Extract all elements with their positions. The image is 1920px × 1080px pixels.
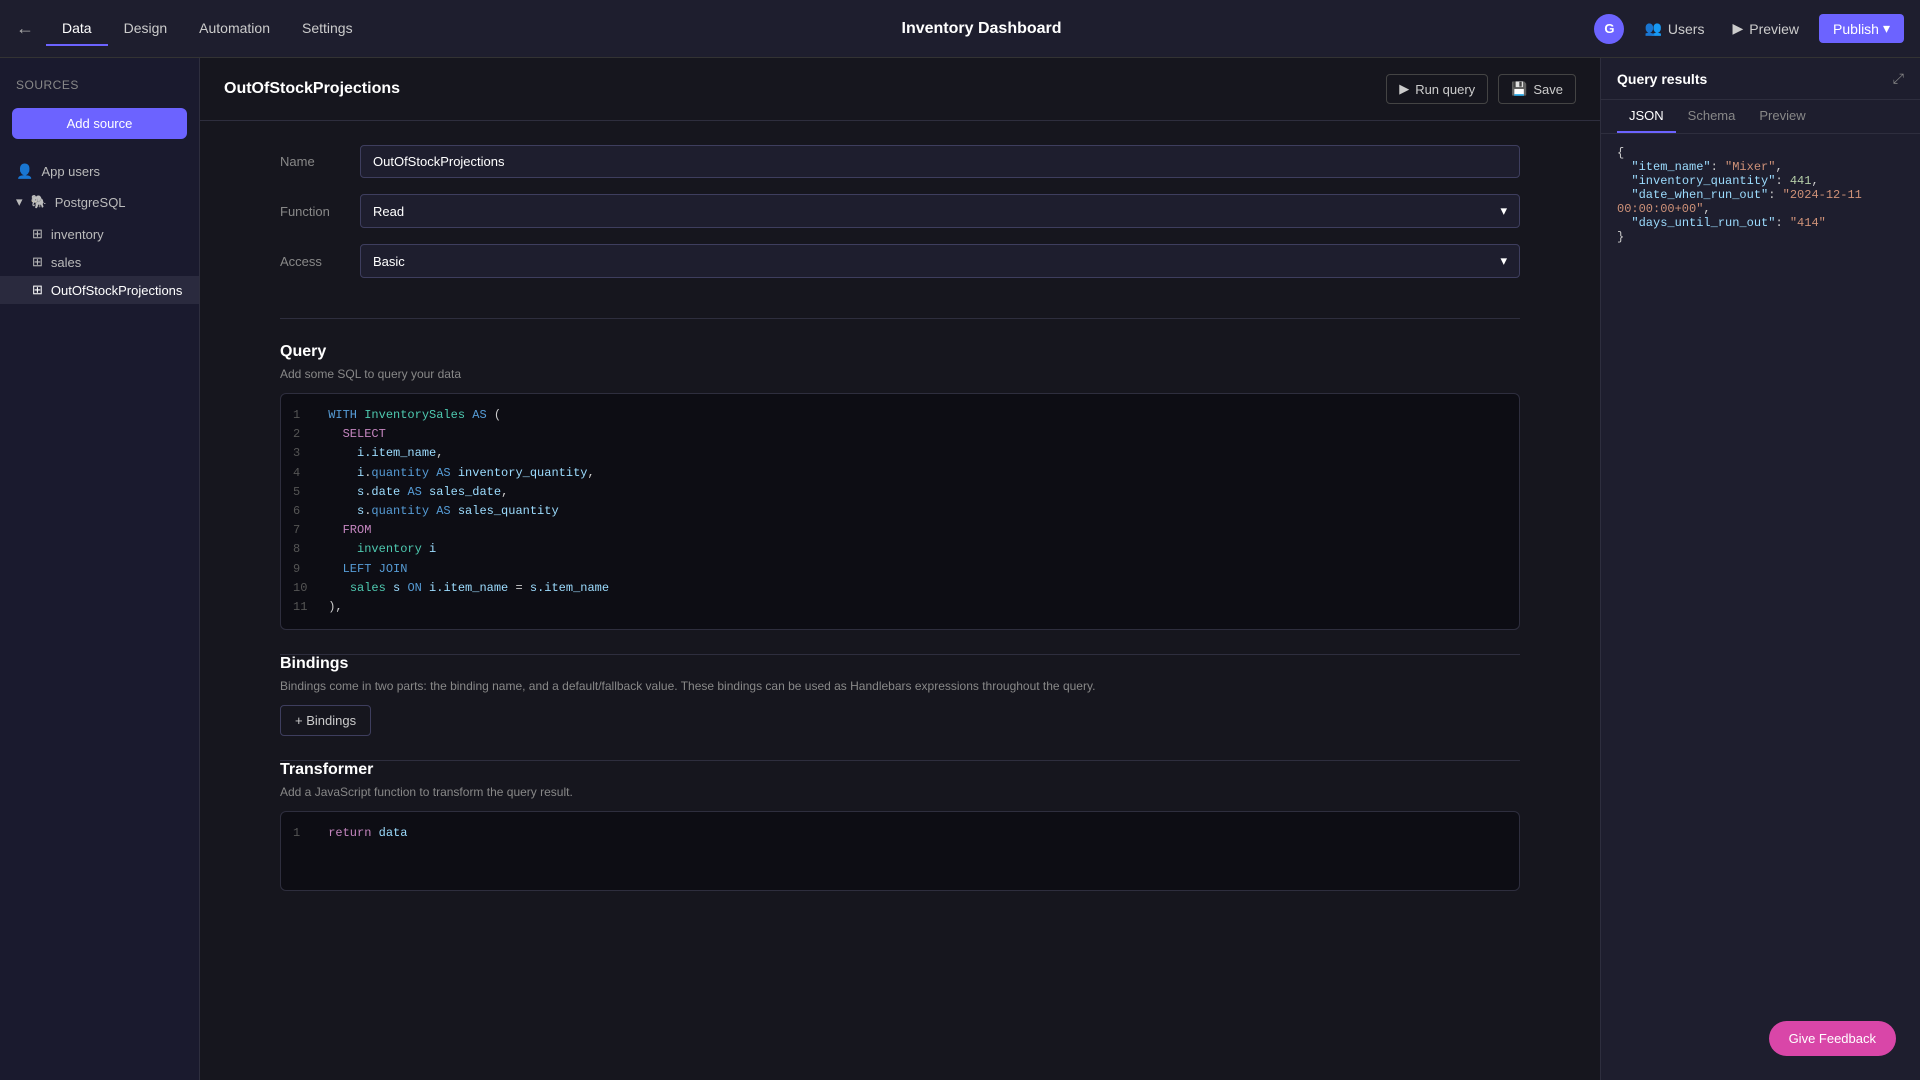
results-tab-preview[interactable]: Preview <box>1747 100 1817 133</box>
expand-icon[interactable]: ⤢ <box>1893 70 1904 87</box>
query-section-desc: Add some SQL to query your data <box>280 367 1520 381</box>
save-button[interactable]: 💾 Save <box>1498 74 1576 104</box>
query-results-panel: Query results ⤢ JSON Schema Preview { "i… <box>1600 58 1920 1080</box>
topbar-right: G 👥 Users ▶ Preview Publish ▾ <box>1594 14 1904 44</box>
function-label: Function <box>280 204 360 219</box>
preview-icon: ▶ <box>1732 20 1743 37</box>
chevron-down-icon: ▾ <box>1500 203 1507 219</box>
sidebar: Sources Add source 👤 App users ▾ 🐘 Postg… <box>0 58 200 1080</box>
main-content: OutOfStockProjections ▶ Run query 💾 Save… <box>200 58 1600 1080</box>
header-actions: ▶ Run query 💾 Save <box>1386 74 1576 104</box>
table-icon: ⊞ <box>32 254 43 270</box>
sidebar-item-label: PostgreSQL <box>55 195 126 210</box>
results-tab-schema[interactable]: Schema <box>1676 100 1748 133</box>
results-tabs: JSON Schema Preview <box>1601 100 1920 134</box>
sidebar-item-sales[interactable]: ⊞ sales <box>0 248 199 276</box>
save-icon: 💾 <box>1511 81 1527 97</box>
query-icon: ⊞ <box>32 282 43 298</box>
sidebar-item-postgresql[interactable]: ▾ 🐘 PostgreSQL <box>0 188 199 216</box>
sql-editor[interactable]: 1 WITH InventorySales AS ( 2 SELECT 3 i.… <box>280 393 1520 630</box>
chevron-down-icon: ▾ <box>1500 253 1507 269</box>
sidebar-item-label: App users <box>41 164 100 179</box>
chevron-down-icon: ▾ <box>16 194 23 210</box>
bindings-desc: Bindings come in two parts: the binding … <box>280 679 1520 693</box>
sources-header: Sources <box>0 70 199 100</box>
results-tab-json[interactable]: JSON <box>1617 100 1676 133</box>
postgresql-icon: 🐘 <box>31 194 47 210</box>
add-bindings-button[interactable]: + Bindings <box>280 705 371 736</box>
sidebar-item-label: sales <box>51 255 81 270</box>
give-feedback-button[interactable]: Give Feedback <box>1769 1021 1896 1056</box>
sidebar-item-inventory[interactable]: ⊞ inventory <box>0 220 199 248</box>
publish-button[interactable]: Publish ▾ <box>1819 14 1904 43</box>
sidebar-item-app-users[interactable]: 👤 App users <box>0 155 199 188</box>
add-source-button[interactable]: Add source <box>12 108 187 139</box>
results-json-content: { "item_name": "Mixer", "inventory_quant… <box>1601 134 1920 1080</box>
transformer-section: Transformer Add a JavaScript function to… <box>200 761 1600 915</box>
page-title: Inventory Dashboard <box>369 20 1595 38</box>
query-name-title: OutOfStockProjections <box>224 80 400 98</box>
name-row: Name <box>280 145 1520 178</box>
main-layout: Sources Add source 👤 App users ▾ 🐘 Postg… <box>0 58 1920 1080</box>
users-button[interactable]: 👥 Users <box>1636 16 1712 41</box>
tab-settings[interactable]: Settings <box>286 12 369 46</box>
sidebar-item-out-of-stock-projections[interactable]: ⊞ OutOfStockProjections <box>0 276 199 304</box>
topbar: ← Data Design Automation Settings Invent… <box>0 0 1920 58</box>
query-section: Query Add some SQL to query your data 1 … <box>200 319 1600 654</box>
results-panel-title: Query results <box>1617 71 1707 87</box>
users-icon: 👥 <box>1644 20 1661 37</box>
sidebar-item-label: inventory <box>51 227 104 242</box>
bindings-section: Bindings Bindings come in two parts: the… <box>200 655 1600 760</box>
name-label: Name <box>280 154 360 169</box>
access-select[interactable]: Basic ▾ <box>360 244 1520 278</box>
sidebar-postgresql-group: ⊞ inventory ⊞ sales ⊞ OutOfStockProjecti… <box>0 216 199 308</box>
run-query-button[interactable]: ▶ Run query <box>1386 74 1488 104</box>
access-row: Access Basic ▾ <box>280 244 1520 278</box>
form-section: Name Function Read ▾ Access Basic ▾ <box>200 121 1600 318</box>
preview-button[interactable]: ▶ Preview <box>1724 16 1807 41</box>
tab-automation[interactable]: Automation <box>183 12 286 46</box>
access-label: Access <box>280 254 360 269</box>
results-header: Query results ⤢ <box>1601 58 1920 100</box>
transformer-desc: Add a JavaScript function to transform t… <box>280 785 1520 799</box>
tab-data[interactable]: Data <box>46 12 108 46</box>
name-input[interactable] <box>360 145 1520 178</box>
main-header: OutOfStockProjections ▶ Run query 💾 Save <box>200 58 1600 121</box>
function-select[interactable]: Read ▾ <box>360 194 1520 228</box>
table-icon: ⊞ <box>32 226 43 242</box>
transformer-title: Transformer <box>280 761 1520 779</box>
play-icon: ▶ <box>1399 81 1409 97</box>
topbar-tabs: Data Design Automation Settings <box>46 12 369 46</box>
avatar: G <box>1594 14 1624 44</box>
transformer-editor[interactable]: 1 return data <box>280 811 1520 891</box>
users-icon: 👤 <box>16 163 33 180</box>
tab-design[interactable]: Design <box>108 12 184 46</box>
bindings-title: Bindings <box>280 655 1520 673</box>
back-button[interactable]: ← <box>16 18 34 39</box>
function-row: Function Read ▾ <box>280 194 1520 228</box>
sidebar-item-label: OutOfStockProjections <box>51 283 183 298</box>
chevron-down-icon: ▾ <box>1883 20 1890 37</box>
query-section-title: Query <box>280 343 1520 361</box>
